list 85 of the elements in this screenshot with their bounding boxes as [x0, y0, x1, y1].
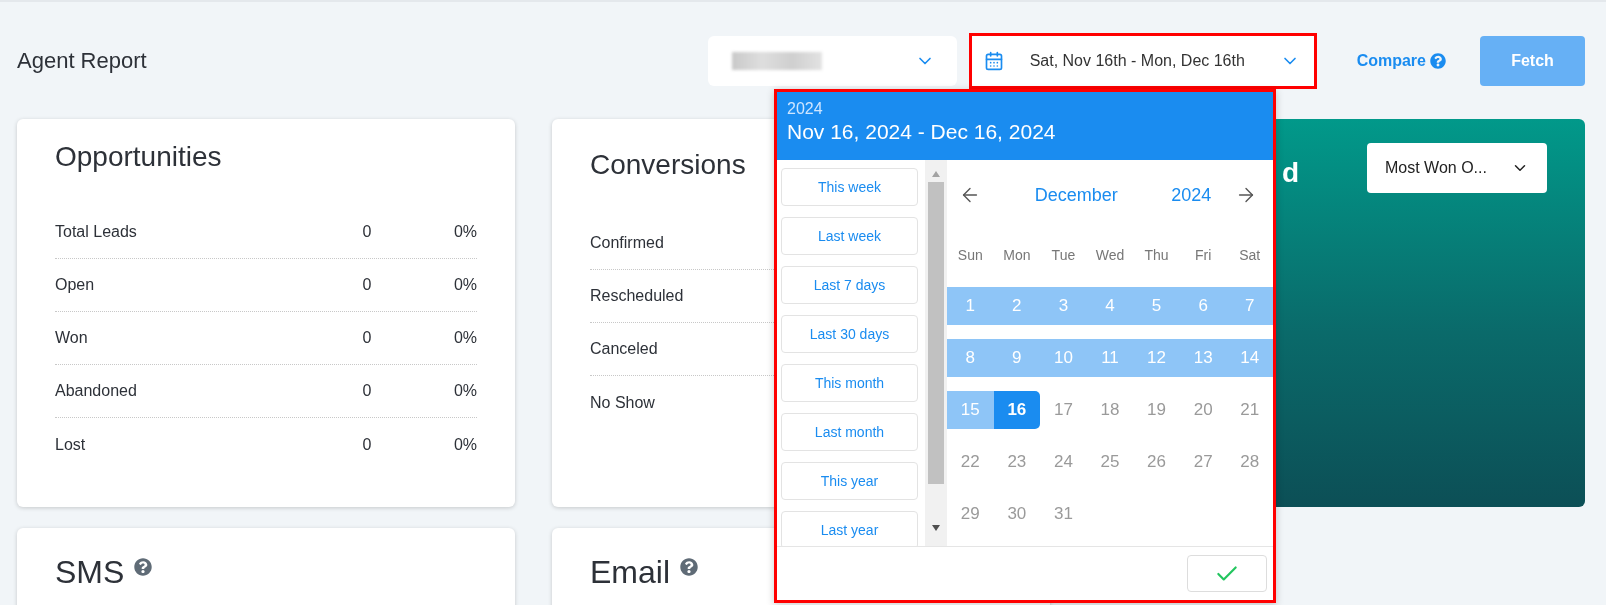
calendar-day[interactable]: 25 [1086, 443, 1134, 481]
calendar-day[interactable]: 29 [947, 495, 994, 533]
row-label: Open [55, 276, 95, 294]
calendar-day[interactable]: 16 [993, 391, 1041, 429]
preset-button[interactable]: This week [781, 168, 918, 206]
calendar-day[interactable]: 23 [993, 443, 1041, 481]
percent-value: 0% [453, 329, 477, 347]
calendar-day[interactable]: 6 [1179, 287, 1227, 325]
year-label[interactable]: 2024 [1171, 184, 1212, 206]
count-value: 0 [362, 276, 372, 294]
row-label: Abandoned [55, 382, 137, 400]
preset-button[interactable]: Last 7 days [781, 266, 918, 304]
row-label: Confirmed [590, 234, 664, 252]
preset-button[interactable]: This month [781, 364, 918, 402]
selected-year: 2024 [787, 100, 824, 118]
calendar-day[interactable]: 22 [947, 443, 994, 481]
help-icon [1430, 53, 1446, 69]
count-value: 0 [362, 223, 372, 241]
date-range-button[interactable]: Sat, Nov 16th - Mon, Dec 16th [968, 33, 1317, 89]
calendar-day[interactable]: 26 [1133, 443, 1180, 481]
calendar-day[interactable]: 14 [1226, 339, 1273, 377]
compare-link[interactable]: Compare [1356, 52, 1446, 70]
card-title: Conversions [590, 149, 747, 181]
confirm-button[interactable] [1187, 555, 1267, 592]
agent-select[interactable] [707, 36, 957, 86]
calendar-day[interactable]: 24 [1040, 443, 1087, 481]
row-label: Lost [55, 435, 86, 454]
calendar-day[interactable]: 9 [993, 339, 1041, 377]
card-title: d [1282, 157, 1300, 189]
calendar-day[interactable]: 20 [1179, 391, 1227, 429]
calendar-day[interactable]: 21 [1226, 391, 1273, 429]
weekday-label: Sun [956, 247, 984, 263]
count-value: 0 [362, 382, 372, 400]
calendar-day[interactable]: 2 [993, 287, 1041, 325]
card-title-text: Email [590, 554, 670, 591]
weekday-label: Mon [1002, 247, 1032, 263]
preset-button[interactable]: Last week [781, 217, 918, 255]
row-label: No Show [590, 393, 655, 412]
calendar-day[interactable]: 12 [1133, 339, 1180, 377]
preset-button[interactable]: Last month [781, 413, 918, 451]
percent-value: 0% [453, 382, 477, 400]
page-title: Agent Report [17, 48, 147, 74]
count-value: 0 [362, 435, 372, 454]
preset-button[interactable]: This year [781, 462, 918, 500]
calendar-day[interactable]: 8 [947, 339, 994, 377]
weekday-label: Thu [1143, 247, 1170, 263]
weekday-label: Sat [1238, 247, 1262, 263]
weekday-label: Wed [1094, 247, 1126, 263]
percent-value: 0% [453, 223, 477, 241]
card-title: Opportunities [55, 141, 223, 173]
row-label: Total Leads [55, 223, 137, 241]
preset-button[interactable]: Last 30 days [781, 315, 918, 353]
card-title-text: SMS [55, 554, 125, 591]
calendar-day[interactable]: 30 [993, 495, 1041, 533]
calendar-day[interactable]: 7 [1226, 287, 1273, 325]
calendar-day[interactable]: 17 [1040, 391, 1087, 429]
calendar-day[interactable]: 10 [1040, 339, 1087, 377]
count-value: 0 [362, 329, 372, 347]
calendar-icon [983, 51, 1004, 71]
row-label: Canceled [590, 340, 658, 358]
calendar-day[interactable]: 18 [1086, 391, 1134, 429]
selected-range: Nov 16, 2024 - Dec 16, 2024 [787, 120, 1057, 144]
calendar-day[interactable]: 1 [947, 287, 994, 325]
preset-button[interactable]: Last year [781, 511, 918, 546]
help-icon [134, 558, 153, 576]
month-label[interactable]: December [1034, 184, 1118, 206]
calendar-day[interactable]: 4 [1086, 287, 1134, 325]
calendar-day[interactable]: 27 [1179, 443, 1227, 481]
calendar-day[interactable]: 5 [1133, 287, 1180, 325]
scrollbar[interactable] [925, 160, 947, 546]
calendar-day[interactable]: 19 [1133, 391, 1180, 429]
percent-value: 0% [453, 435, 477, 454]
percent-value: 0% [453, 276, 477, 294]
help-icon [680, 558, 698, 576]
weekday-label: Tue [1050, 247, 1077, 263]
calendar-day[interactable]: 13 [1179, 339, 1227, 377]
row-label: Won [55, 329, 88, 347]
calendar-day[interactable]: 28 [1226, 443, 1273, 481]
calendar-day[interactable]: 11 [1086, 339, 1134, 377]
calendar-day[interactable]: 31 [1040, 495, 1087, 533]
sort-dropdown[interactable]: Most Won O... [1367, 143, 1547, 193]
calendar-day[interactable]: 15 [947, 391, 994, 429]
weekday-label: Fri [1193, 247, 1213, 263]
calendar-day[interactable]: 3 [1040, 287, 1087, 325]
row-label: Rescheduled [590, 287, 684, 305]
